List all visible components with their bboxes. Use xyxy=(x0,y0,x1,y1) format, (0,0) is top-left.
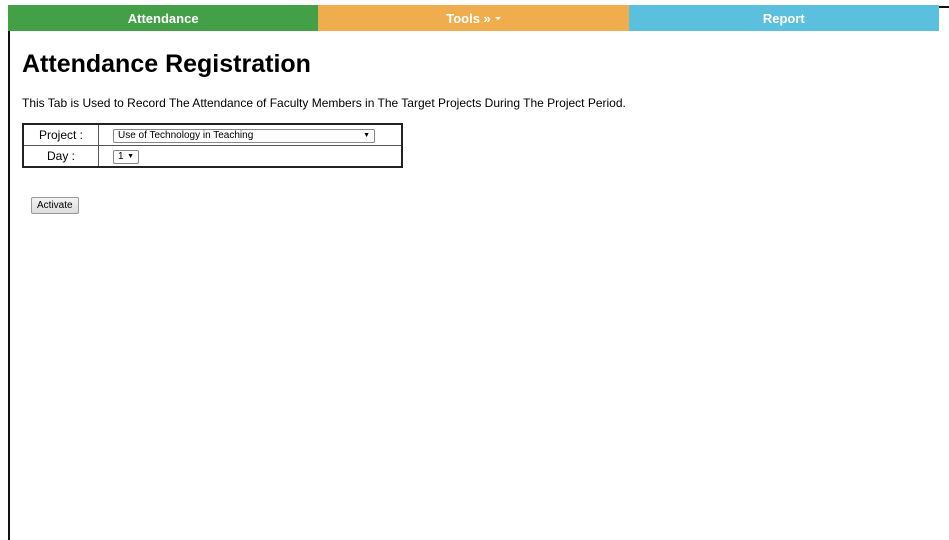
content-frame xyxy=(8,6,949,540)
day-select-value: 1 xyxy=(118,151,124,163)
nav-report-label: Report xyxy=(762,10,805,26)
caret-down-icon xyxy=(494,16,501,20)
project-cell: Use of Technology in Teaching ▼ xyxy=(98,123,403,146)
top-navbar: Attendance Tools » Report xyxy=(8,5,939,31)
dropdown-arrow-icon: ▼ xyxy=(127,153,134,161)
dropdown-arrow-icon: ▼ xyxy=(363,132,370,140)
project-select-value: Use of Technology in Teaching xyxy=(118,130,254,142)
project-select[interactable]: Use of Technology in Teaching ▼ xyxy=(113,128,375,143)
day-cell: 1 ▼ xyxy=(98,145,403,168)
nav-report[interactable]: Report xyxy=(628,5,939,31)
project-label: Project : xyxy=(22,123,99,146)
day-select[interactable]: 1 ▼ xyxy=(113,149,139,164)
project-row: Project : Use of Technology in Teaching … xyxy=(22,123,403,146)
day-label: Day : xyxy=(22,145,99,168)
nav-attendance[interactable]: Attendance xyxy=(8,5,319,31)
nav-attendance-label: Attendance xyxy=(127,10,199,26)
page-description: This Tab is Used to Record The Attendanc… xyxy=(22,96,626,110)
page-title: Attendance Registration xyxy=(22,50,311,78)
day-row: Day : 1 ▼ xyxy=(22,145,403,168)
registration-form: Project : Use of Technology in Teaching … xyxy=(22,123,403,168)
nav-tools-dropdown[interactable]: Tools » xyxy=(318,5,629,31)
nav-tools-label: Tools » xyxy=(446,10,491,26)
activate-button[interactable]: Activate xyxy=(31,197,79,214)
